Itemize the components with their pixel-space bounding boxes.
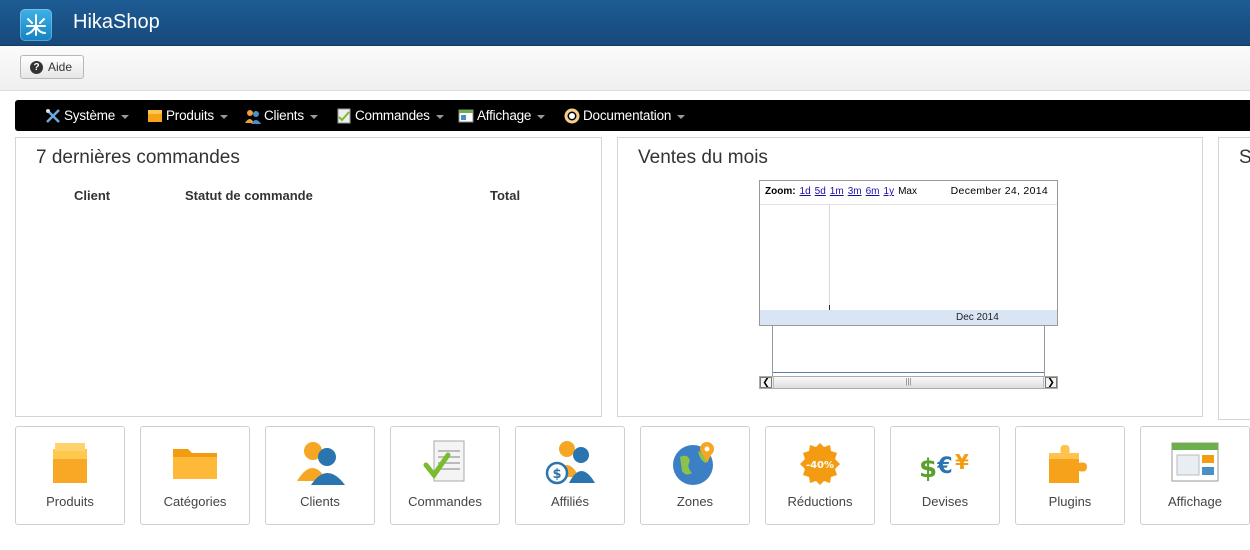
svg-text:€: € xyxy=(936,454,952,479)
svg-text:¥: ¥ xyxy=(955,450,969,474)
tile-label: Devises xyxy=(921,494,969,509)
sales-chart: Zoom: 1d 5d 1m 3m 6m 1y Max December 24,… xyxy=(759,180,1058,326)
discount-badge-text: -40% xyxy=(806,460,834,471)
tile-produits[interactable]: Produits xyxy=(15,426,125,525)
display-icon xyxy=(458,108,474,123)
zoom-label: Zoom: xyxy=(765,186,796,197)
toolbar: ? Aide xyxy=(0,46,1250,91)
tile-label: Affichage xyxy=(1168,494,1222,509)
currency-icon: $ € ¥ xyxy=(918,437,972,487)
menu-clients[interactable]: Clients xyxy=(245,100,318,131)
tile-label: Zones xyxy=(676,494,714,509)
help-button[interactable]: ? Aide xyxy=(20,55,85,79)
tile-label: Réductions xyxy=(787,494,853,509)
menu-commandes[interactable]: Commandes xyxy=(336,100,444,131)
x-axis-label: Dec 2014 xyxy=(956,312,999,323)
help-button-label: Aide xyxy=(48,60,73,74)
puzzle-icon xyxy=(1043,437,1097,487)
folder-icon xyxy=(168,437,222,487)
question-icon: ? xyxy=(30,60,43,74)
zoom-1d[interactable]: 1d xyxy=(800,186,811,197)
tile-affilies[interactable]: $ Affiliés xyxy=(515,426,625,525)
zoom-5d[interactable]: 5d xyxy=(815,186,826,197)
third-panel: S xyxy=(1218,137,1250,420)
caret-down-icon xyxy=(677,114,686,119)
app-header: HikaShop xyxy=(0,0,1250,46)
zoom-1m[interactable]: 1m xyxy=(830,186,844,197)
tile-label: Affiliés xyxy=(550,494,590,509)
svg-text:$: $ xyxy=(552,467,561,482)
tile-reductions[interactable]: -40% Réductions xyxy=(765,426,875,525)
column-header-status: Statut de commande xyxy=(185,188,313,203)
panel-title: S xyxy=(1239,147,1250,168)
tile-plugins[interactable]: Plugins xyxy=(1015,426,1125,525)
tile-devises[interactable]: $ € ¥ Devises xyxy=(890,426,1000,525)
menu-clients-label: Clients xyxy=(264,108,304,123)
column-header-total: Total xyxy=(490,188,521,203)
chart-navigator[interactable] xyxy=(772,326,1045,376)
chart-divider xyxy=(760,204,1057,205)
zoom-controls: Zoom: 1d 5d 1m 3m 6m 1y Max xyxy=(765,186,917,197)
zoom-3m[interactable]: 3m xyxy=(848,186,862,197)
menu-documentation[interactable]: Documentation xyxy=(564,100,686,131)
tile-label: Catégories xyxy=(163,494,227,509)
caret-down-icon xyxy=(435,114,444,119)
menu-produits[interactable]: Produits xyxy=(147,100,228,131)
tile-zones[interactable]: Zones xyxy=(640,426,750,525)
column-header-client: Client xyxy=(74,188,111,203)
globe-icon xyxy=(668,437,722,487)
app-title: HikaShop xyxy=(73,11,160,33)
navigator-series-line xyxy=(773,372,1044,373)
tile-categories[interactable]: Catégories xyxy=(140,426,250,525)
hikashop-logo-icon[interactable] xyxy=(20,9,52,41)
recent-orders-panel: 7 dernières commandes Client Statut de c… xyxy=(15,137,602,417)
discount-badge-icon: -40% xyxy=(793,437,847,487)
order-icon xyxy=(336,108,351,124)
menu-affichage[interactable]: Affichage xyxy=(458,100,546,131)
caret-down-icon xyxy=(309,114,318,119)
tile-commandes[interactable]: Commandes xyxy=(390,426,500,525)
chart-gridline xyxy=(829,205,830,310)
menu-systeme[interactable]: Système xyxy=(45,100,130,131)
help-ring-icon xyxy=(564,108,580,124)
tile-label: Plugins xyxy=(1048,494,1092,509)
scrollbar-thumb[interactable]: ||| xyxy=(773,377,1044,388)
scroll-right-icon[interactable]: ❯ xyxy=(1045,377,1057,388)
chart-x-axis: Dec 2014 xyxy=(760,310,1057,325)
customers-icon xyxy=(293,437,347,487)
product-box-icon xyxy=(43,437,97,487)
orders-document-icon xyxy=(418,437,472,487)
svg-text:$: $ xyxy=(919,454,937,484)
menu-affichage-label: Affichage xyxy=(477,108,532,123)
panel-title: 7 dernières commandes xyxy=(36,147,240,168)
tile-label: Commandes xyxy=(408,494,482,509)
chart-date: December 24, 2014 xyxy=(950,185,1048,197)
zoom-max[interactable]: Max xyxy=(898,186,917,197)
tile-affichage[interactable]: Affichage xyxy=(1140,426,1250,525)
main-menu: Système Produits Clients Commandes Affic… xyxy=(15,100,1250,131)
display-window-icon xyxy=(1168,437,1222,487)
menu-commandes-label: Commandes xyxy=(355,108,430,123)
caret-down-icon xyxy=(219,114,228,119)
tools-icon xyxy=(45,108,60,123)
menu-documentation-label: Documentation xyxy=(583,108,672,123)
users-icon xyxy=(245,108,261,124)
chart-scrollbar[interactable]: ❮ ||| ❯ xyxy=(759,376,1058,389)
zoom-1y[interactable]: 1y xyxy=(884,186,895,197)
panel-title: Ventes du mois xyxy=(638,147,768,168)
zoom-6m[interactable]: 6m xyxy=(866,186,880,197)
scroll-left-icon[interactable]: ❮ xyxy=(760,377,772,388)
caret-down-icon xyxy=(537,114,546,119)
tile-clients[interactable]: Clients xyxy=(265,426,375,525)
menu-systeme-label: Système xyxy=(64,108,116,123)
box-icon xyxy=(147,108,162,123)
menu-produits-label: Produits xyxy=(166,108,214,123)
caret-down-icon xyxy=(121,114,130,119)
affiliates-icon: $ xyxy=(543,437,597,487)
tile-label: Produits xyxy=(46,494,94,509)
tile-label: Clients xyxy=(300,494,340,509)
monthly-sales-panel: Ventes du mois Zoom: 1d 5d 1m 3m 6m 1y M… xyxy=(617,137,1203,417)
